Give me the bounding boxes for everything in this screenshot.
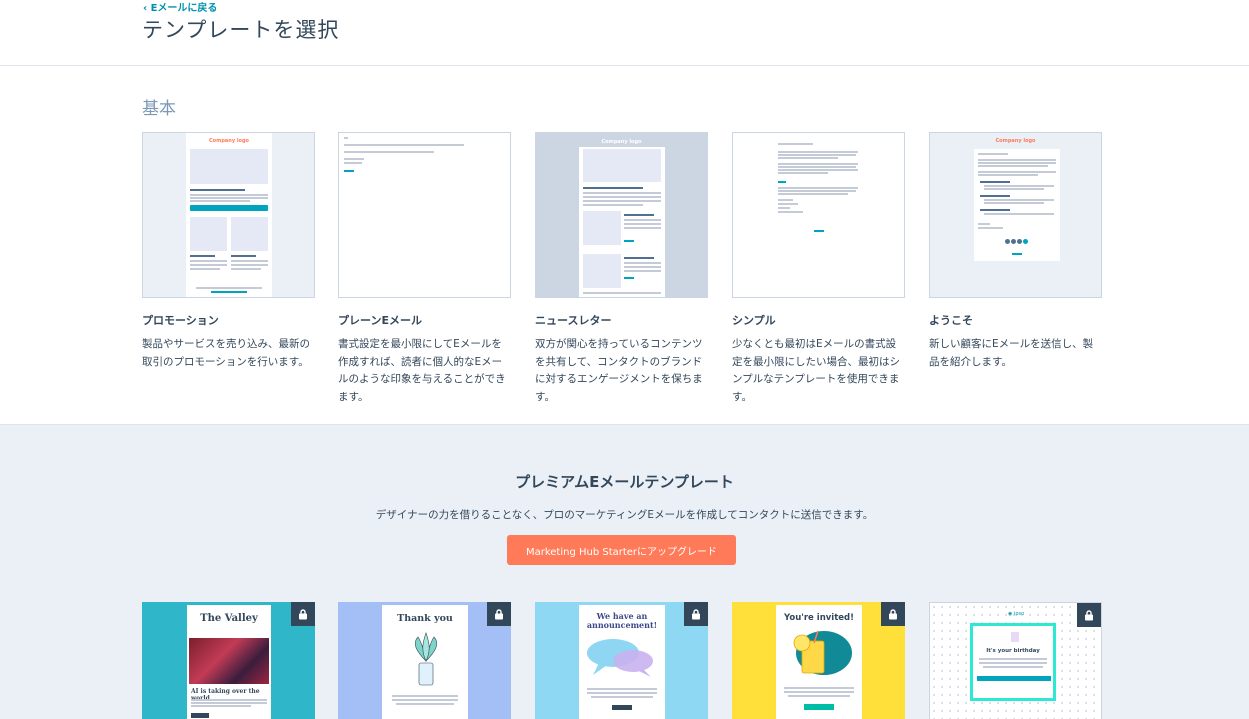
- page-header: ‹ Eメールに戻る テンプレートを選択: [0, 0, 1249, 66]
- premium-section-title: プレミアムEメールテンプレート: [515, 473, 734, 491]
- lock-icon: [291, 602, 315, 626]
- premium-template-card-announcement[interactable]: We have an announcement!: [535, 602, 708, 719]
- lemonade-illustration: [793, 630, 852, 675]
- template-card-newsletter[interactable]: Company logo ニュースレター 双方が関心を持っているコンテンツを共有…: [535, 132, 708, 406]
- premium-section-subtitle: デザイナーの力を借りることなく、プロのマーケティングEメールを作成してコンタクト…: [375, 509, 874, 521]
- thumb-logo: Company logo: [209, 138, 249, 144]
- template-description: 少なくとも最初はEメールの書式設定を最小限にしたい場合、最初はシンプルなテンプレ…: [732, 338, 900, 403]
- premium-template-card-invited[interactable]: You're invited!: [732, 602, 905, 719]
- template-name: プレーンEメール: [338, 314, 422, 327]
- template-name: ニュースレター: [535, 314, 612, 327]
- template-name: プロモーション: [142, 314, 219, 327]
- premium-template-title: The Valley: [200, 613, 258, 624]
- template-name: ようこそ: [929, 314, 973, 327]
- template-card-promotion[interactable]: Company logo プロモーション 製品やサービスを売り込み、最新の取引の…: [142, 132, 315, 371]
- speech-bubbles-illustration: [587, 639, 653, 677]
- lock-icon: [881, 602, 905, 626]
- template-thumbnail[interactable]: Company logo: [929, 132, 1102, 298]
- plant-illustration: [414, 632, 438, 686]
- premium-template-card-birthday[interactable]: It's your birthday ◉ ipso: [929, 602, 1102, 719]
- template-description: 双方が関心を持っているコンテンツを共有して、コンタクトのブランドに対するエンゲー…: [535, 338, 703, 403]
- template-card-welcome[interactable]: Company logo ようこそ 新しい顧客にEメールを送信し、製品を紹介しま…: [929, 132, 1102, 371]
- basic-templates-section: 基本 Company logo プロモーション 製品やサービスを売り込み、最新の…: [0, 67, 1249, 424]
- back-to-email-link[interactable]: ‹ Eメールに戻る: [143, 0, 217, 14]
- template-card-plain-email[interactable]: プレーンEメール 書式設定を最小限にしてEメールを作成すれば、読者に個人的なEメ…: [338, 132, 511, 406]
- premium-template-title: We have an announcement!: [586, 611, 658, 630]
- template-description: 書式設定を最小限にしてEメールを作成すれば、読者に個人的なEメールのような印象を…: [338, 338, 506, 403]
- lock-icon: [487, 602, 511, 626]
- premium-template-card-the-valley[interactable]: The Valley AI is taking over the world: [142, 602, 315, 719]
- thumb-logo: Company logo: [995, 138, 1036, 144]
- template-description: 新しい顧客にEメールを送信し、製品を紹介します。: [929, 338, 1094, 368]
- upgrade-button[interactable]: Marketing Hub Starterにアップグレード: [507, 535, 736, 565]
- template-thumbnail[interactable]: [338, 132, 511, 298]
- lock-icon: [684, 602, 708, 626]
- cake-illustration: [1011, 632, 1019, 642]
- template-description: 製品やサービスを売り込み、最新の取引のプロモーションを行います。: [142, 338, 310, 368]
- premium-templates-section: プレミアムEメールテンプレート デザイナーの力を借りることなく、プロのマーケティ…: [0, 424, 1249, 719]
- template-thumbnail[interactable]: Company logo: [535, 132, 708, 298]
- premium-template-card-thank-you[interactable]: Thank you: [338, 602, 511, 719]
- section-title-basic: 基本: [142, 99, 176, 119]
- thumb-logo: Company logo: [601, 139, 642, 145]
- template-thumbnail[interactable]: [732, 132, 905, 298]
- premium-template-title: It's your birthday: [986, 648, 1040, 654]
- premium-template-image: [189, 638, 269, 684]
- premium-template-title: You're invited!: [784, 613, 854, 623]
- template-thumbnail[interactable]: Company logo: [142, 132, 315, 298]
- template-card-simple[interactable]: シンプル 少なくとも最初はEメールの書式設定を最小限にしたい場合、最初はシンプル…: [732, 132, 905, 406]
- template-name: シンプル: [732, 314, 776, 327]
- premium-template-title: Thank you: [397, 613, 453, 624]
- page-title: テンプレートを選択: [142, 18, 340, 42]
- lock-icon: [1077, 603, 1101, 627]
- premium-template-logo: ◉ ipso: [1008, 611, 1025, 617]
